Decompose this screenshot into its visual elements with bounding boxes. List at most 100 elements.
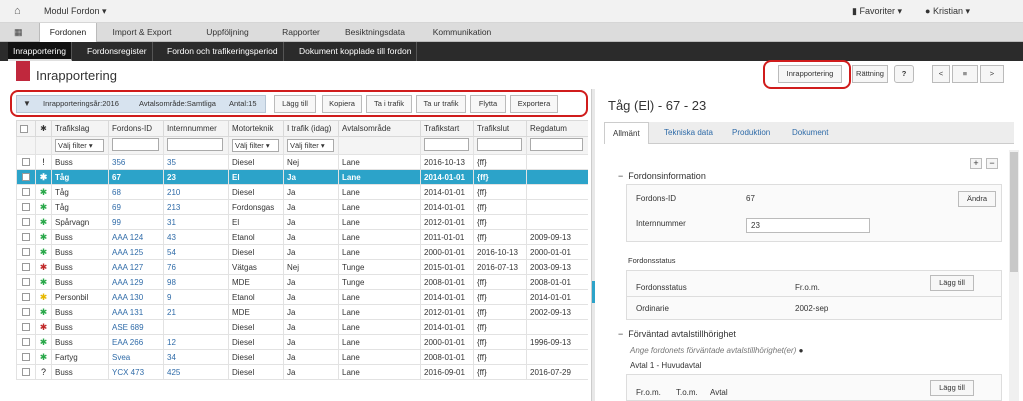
select-all-checkbox[interactable] bbox=[16, 120, 36, 137]
internnummer-link[interactable]: 76 bbox=[167, 263, 176, 272]
internnummer-link[interactable]: 54 bbox=[167, 248, 176, 257]
list-view-icon[interactable]: ≡ bbox=[952, 65, 978, 83]
table-row[interactable]: ✱ Tåg 69 213 Fordonsgas Ja Lane 2014-01-01 {ff} bbox=[16, 199, 588, 215]
add-button[interactable]: Lägg till bbox=[274, 95, 316, 113]
filter-motorteknik-select[interactable]: Välj filter ▾ bbox=[232, 139, 279, 152]
table-row[interactable]: ✱ Buss EAA 266 12 Diesel Ja Lane 2000-01-01 {ff}… bbox=[16, 334, 588, 350]
table-row[interactable]: ✱ Buss AAA 129 98 MDE Ja Tunge 2008-01-01 {ff} 20… bbox=[16, 274, 588, 290]
cell-fordons-id[interactable]: EAA 266 bbox=[108, 334, 164, 350]
fordons-id-link[interactable]: ASE 689 bbox=[112, 323, 144, 332]
add-avtal-button[interactable]: Lägg till bbox=[930, 380, 974, 396]
fordons-id-link[interactable]: Svea bbox=[112, 353, 130, 362]
from-traffic-button[interactable]: Ta ur trafik bbox=[416, 95, 466, 113]
row-checkbox[interactable] bbox=[16, 184, 36, 200]
cell-internnummer[interactable] bbox=[163, 319, 229, 335]
fordons-id-link[interactable]: AAA 130 bbox=[112, 293, 143, 302]
filter-i-trafik-select[interactable]: Välj filter ▾ bbox=[287, 139, 334, 152]
detail-tab-dokument[interactable]: Dokument bbox=[792, 122, 828, 144]
module-selector[interactable]: Modul Fordon ▾ bbox=[44, 6, 107, 17]
fordons-id-link[interactable]: AAA 125 bbox=[112, 248, 143, 257]
col-regdatum[interactable]: Regdatum bbox=[526, 120, 588, 137]
col-trafikslag[interactable]: Trafikslag bbox=[51, 120, 109, 137]
internnummer-link[interactable]: 98 bbox=[167, 278, 176, 287]
cell-internnummer[interactable]: 76 bbox=[163, 259, 229, 275]
row-checkbox[interactable] bbox=[16, 274, 36, 290]
detail-tab-allmant[interactable]: Allmänt bbox=[604, 122, 649, 144]
row-checkbox[interactable] bbox=[16, 214, 36, 230]
row-checkbox[interactable] bbox=[16, 304, 36, 320]
collapse-all-button[interactable]: − bbox=[986, 158, 998, 169]
cell-internnummer[interactable]: 210 bbox=[163, 184, 229, 200]
table-row[interactable]: ✱ Buss ASE 689 Diesel Ja Lane 2014-01-01 {ff} bbox=[16, 319, 588, 335]
row-checkbox[interactable] bbox=[16, 334, 36, 350]
tab-besiktningsdata[interactable]: Besiktningsdata bbox=[335, 23, 415, 42]
table-row[interactable]: ✱ Tåg 67 23 El Ja Lane 2014-01-01 {ff} bbox=[16, 169, 588, 185]
col-internnummer[interactable]: Internnummer bbox=[163, 120, 229, 137]
subtab-fordonsregister[interactable]: Fordonsregister bbox=[82, 42, 153, 61]
filter-trafikslut-input[interactable] bbox=[477, 138, 523, 151]
section-avtalstillhorighet[interactable]: − Förväntad avtalstillhörighet bbox=[618, 329, 736, 339]
row-checkbox[interactable] bbox=[16, 349, 36, 365]
internnummer-input[interactable]: 23 bbox=[746, 218, 870, 233]
col-i-trafik[interactable]: I trafik (idag) bbox=[283, 120, 339, 137]
cell-fordons-id[interactable]: YCX 473 bbox=[108, 364, 164, 380]
cell-fordons-id[interactable]: ASE 689 bbox=[108, 319, 164, 335]
filter-fordons-id-input[interactable] bbox=[112, 138, 159, 151]
table-row[interactable]: ✱ Buss AAA 127 76 Vätgas Nej Tunge 2015-01-01 20… bbox=[16, 259, 588, 275]
cell-fordons-id[interactable]: 356 bbox=[108, 154, 164, 170]
internnummer-link[interactable]: 210 bbox=[167, 188, 180, 197]
subtab-fordon-trafikeringsperiod[interactable]: Fordon och trafikeringsperiod bbox=[162, 42, 284, 61]
detail-tab-produktion[interactable]: Produktion bbox=[732, 122, 770, 144]
cell-fordons-id[interactable]: 68 bbox=[108, 184, 164, 200]
andra-button[interactable]: Ändra bbox=[958, 191, 996, 207]
subtab-inrapportering[interactable]: Inrapportering bbox=[8, 42, 72, 61]
table-row[interactable]: ✱ Spårvagn 99 31 El Ja Lane 2012-01-01 {ff} bbox=[16, 214, 588, 230]
to-traffic-button[interactable]: Ta i trafik bbox=[366, 95, 412, 113]
row-checkbox[interactable] bbox=[16, 154, 36, 170]
internnummer-link[interactable]: 12 bbox=[167, 338, 176, 347]
add-status-button[interactable]: Lägg till bbox=[930, 275, 974, 291]
cell-fordons-id[interactable]: AAA 130 bbox=[108, 289, 164, 305]
fordons-id-link[interactable]: 69 bbox=[112, 203, 121, 212]
filter-trafikstart-input[interactable] bbox=[424, 138, 470, 151]
fordons-id-link[interactable]: AAA 127 bbox=[112, 263, 143, 272]
col-fordons-id[interactable]: Fordons-ID bbox=[108, 120, 164, 137]
filter-summary[interactable]: ▼ Inrapporteringsår:2016 Avtalsområde:Sa… bbox=[16, 95, 266, 113]
internnummer-link[interactable]: 21 bbox=[167, 308, 176, 317]
row-checkbox[interactable] bbox=[16, 364, 36, 380]
col-avtalsomrade[interactable]: Avtalsområde bbox=[338, 120, 421, 137]
fordons-id-link[interactable]: 356 bbox=[112, 158, 125, 167]
row-checkbox[interactable] bbox=[16, 244, 36, 260]
cell-internnummer[interactable]: 98 bbox=[163, 274, 229, 290]
favorites-menu[interactable]: ▮ Favoriter ▾ bbox=[852, 6, 902, 17]
col-trafikstart[interactable]: Trafikstart bbox=[420, 120, 474, 137]
help-icon[interactable]: ? bbox=[894, 65, 914, 83]
inrapportering-button[interactable]: Inrapportering bbox=[778, 65, 842, 83]
cell-internnummer[interactable]: 9 bbox=[163, 289, 229, 305]
tab-fordonen[interactable]: Fordonen bbox=[39, 23, 97, 42]
panel-splitter[interactable] bbox=[591, 89, 595, 401]
user-menu[interactable]: ● Kristian ▾ bbox=[925, 6, 970, 17]
table-row[interactable]: ✱ Tåg 68 210 Diesel Ja Lane 2014-01-01 {ff} bbox=[16, 184, 588, 200]
table-row[interactable]: ✱ Buss AAA 124 43 Etanol Ja Lane 2011-01-01 {ff}… bbox=[16, 229, 588, 245]
internnummer-link[interactable]: 425 bbox=[167, 368, 180, 377]
subtab-dokument[interactable]: Dokument kopplade till fordon bbox=[294, 42, 418, 61]
cell-internnummer[interactable]: 23 bbox=[163, 169, 229, 185]
table-row[interactable]: ✱ Buss AAA 125 54 Diesel Ja Lane 2000-01-01 2016… bbox=[16, 244, 588, 260]
internnummer-link[interactable]: 23 bbox=[167, 173, 176, 182]
cell-fordons-id[interactable]: AAA 131 bbox=[108, 304, 164, 320]
row-checkbox[interactable] bbox=[16, 229, 36, 245]
cell-internnummer[interactable]: 12 bbox=[163, 334, 229, 350]
table-row[interactable]: ✱ Fartyg Svea 34 Diesel Ja Lane 2008-01-01 {ff} bbox=[16, 349, 588, 365]
expand-all-button[interactable]: + bbox=[970, 158, 982, 169]
row-checkbox[interactable] bbox=[16, 289, 36, 305]
fordons-id-link[interactable]: AAA 131 bbox=[112, 308, 143, 317]
cell-fordons-id[interactable]: AAA 124 bbox=[108, 229, 164, 245]
col-trafikslut[interactable]: Trafikslut bbox=[473, 120, 527, 137]
cell-internnummer[interactable]: 31 bbox=[163, 214, 229, 230]
table-row[interactable]: ! Buss 356 35 Diesel Nej Lane 2016-10-13 {ff} bbox=[16, 154, 588, 170]
cell-fordons-id[interactable]: 69 bbox=[108, 199, 164, 215]
fordons-id-link[interactable]: EAA 266 bbox=[112, 338, 143, 347]
apps-grid-icon[interactable]: ▦ bbox=[14, 27, 23, 38]
filter-trafikslag-select[interactable]: Välj filter ▾ bbox=[55, 139, 104, 152]
